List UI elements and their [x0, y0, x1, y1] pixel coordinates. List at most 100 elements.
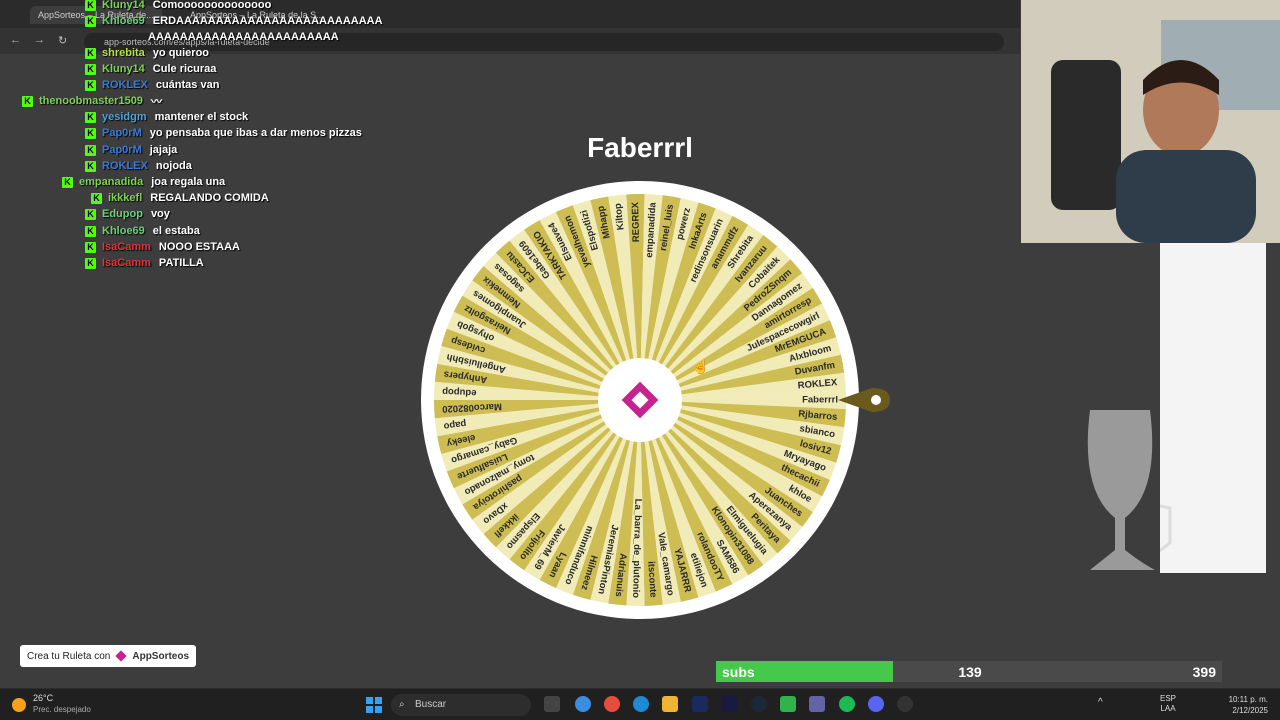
chat-message: cuántas van: [155, 79, 220, 91]
copilot-icon[interactable]: [575, 696, 591, 712]
chat-username[interactable]: ROKLEX: [102, 79, 148, 91]
spotify-icon[interactable]: [839, 696, 855, 712]
chat-username[interactable]: shrebita: [102, 47, 145, 59]
obs-icon[interactable]: [897, 696, 913, 712]
chat-username[interactable]: IsaCamm: [102, 241, 151, 253]
chat-message: NOOO ESTAAA: [158, 241, 240, 253]
chat-message: joa regala una: [151, 176, 226, 188]
chat-line: Kshrebita yo quieroo: [85, 45, 209, 61]
chat-line: Kyesidgm mantener el stock: [85, 109, 248, 125]
taskbar-clock[interactable]: 10:11 p. m. 2/12/2025: [1229, 694, 1268, 716]
glass-overlay-panel: [1086, 243, 1266, 575]
chat-username[interactable]: yesidgm: [102, 111, 147, 123]
cta-brand: AppSorteos: [132, 650, 190, 662]
steam-icon[interactable]: [751, 696, 767, 712]
chat-message: Comoooooooooooooo: [152, 0, 272, 11]
kick-badge-icon: K: [85, 47, 96, 59]
wheel-entry-name: Faberrrl: [802, 395, 838, 406]
chat-username[interactable]: Kluny14: [102, 0, 145, 11]
chat-username[interactable]: ikkkefl: [108, 192, 142, 204]
chat-line: K IsaCamm NOOO ESTAAA: [85, 239, 240, 255]
chat-line: AAAAAAAAAAAAAAAAAAAAAAAA: [148, 29, 339, 45]
chat-message: jajaja: [149, 144, 178, 156]
chat-message: PATILLA: [158, 257, 204, 269]
pointer-dot-icon: [871, 395, 881, 405]
subs-label: subs: [722, 664, 755, 680]
chat-line: K Khloe69 el estaba: [85, 223, 200, 239]
chat-line: Kthenoobmaster1509 〰: [22, 93, 162, 109]
kick-badge-icon: K: [85, 127, 96, 139]
kick-badge-icon: K: [62, 176, 73, 188]
chat-message: Cule ricuraa: [152, 63, 217, 75]
edge-icon[interactable]: [633, 696, 649, 712]
kick-badge-icon: K: [85, 208, 96, 220]
chat-line: K Kluny14 Comoooooooooooooo: [85, 0, 271, 13]
kick-badge-icon: K: [85, 0, 96, 11]
chat-message: ERDAAAAAAAAAAAAAAAAAAAAAAAAAA: [152, 15, 383, 27]
chat-username[interactable]: ROKLEX: [102, 160, 148, 172]
kick-badge-icon: K: [91, 192, 102, 204]
app-green-icon[interactable]: [780, 696, 796, 712]
chat-username[interactable]: Kluny14: [102, 63, 145, 75]
chat-username[interactable]: Pap0rM: [102, 144, 142, 156]
chat-username[interactable]: Khloe69: [102, 225, 145, 237]
kick-badge-icon: K: [85, 79, 96, 91]
create-wheel-button[interactable]: Crea tu Ruleta con AppSorteos: [20, 645, 196, 667]
subs-current: 139: [958, 664, 982, 680]
file-explorer-icon[interactable]: [662, 696, 678, 712]
appsorteos-logo-icon: [115, 650, 128, 662]
chat-username[interactable]: Khloe69: [102, 15, 145, 27]
wheel-entry-name: REGREX: [630, 201, 642, 242]
kick-badge-icon: K: [85, 257, 96, 269]
chat-message: voy: [150, 208, 170, 220]
chevron-up-icon[interactable]: ^: [1098, 697, 1103, 708]
chat-message: mantener el stock: [154, 111, 249, 123]
kick-badge-icon: K: [85, 241, 96, 253]
chat-username[interactable]: Edupop: [102, 208, 143, 220]
wheel-entry-name: edupop: [442, 386, 477, 399]
clock-time: 10:11 p. m.: [1228, 695, 1268, 704]
chat-username[interactable]: Pap0rM: [102, 127, 142, 139]
chat-line: Kikkkefl REGALANDO COMIDA: [91, 190, 269, 206]
chat-message: yo pensaba que ibas a dar menos pizzas: [149, 127, 362, 139]
chat-username[interactable]: thenoobmaster1509: [39, 95, 143, 107]
windows-taskbar: 26°C Prec. despejado ⌕ Buscar ^ ESP LAA …: [0, 688, 1280, 720]
windows-start-icon[interactable]: [366, 697, 382, 713]
spin-wheel[interactable]: Faberrrl Rjbarros sbianco losiv12 Mryayago th…: [420, 180, 860, 620]
weather-desc: Prec. despejado: [33, 705, 91, 714]
taskview-icon[interactable]: [544, 696, 560, 712]
chrome-icon[interactable]: [604, 696, 620, 712]
chat-username[interactable]: empanadida: [79, 176, 143, 188]
kick-badge-icon: K: [85, 225, 96, 237]
language-code: ESP: [1160, 694, 1177, 703]
webcam-feed: [1021, 0, 1280, 243]
kick-badge-icon: K: [85, 144, 96, 156]
subs-goal: 399: [1192, 664, 1216, 680]
audition-icon[interactable]: [721, 696, 737, 712]
language-indicator[interactable]: ESP LAA: [1160, 694, 1176, 714]
taskbar-search-label: Buscar: [415, 699, 447, 710]
chat-line: K Pap0rM jajaja: [85, 142, 177, 158]
chat-username[interactable]: IsaCamm: [102, 257, 151, 269]
chat-message: yo quieroo: [152, 47, 210, 59]
search-icon: ⌕: [399, 699, 405, 710]
kick-badge-icon: K: [85, 160, 96, 172]
chat-line: K IsaCamm PATILLA: [85, 255, 204, 271]
subs-goal-bar: subs 139 399: [716, 661, 1222, 682]
chat-message: AAAAAAAAAAAAAAAAAAAAAAAA: [148, 31, 339, 43]
kick-badge-icon: K: [85, 63, 96, 75]
chat-message: 〰: [150, 96, 162, 108]
photoshop-icon[interactable]: [692, 696, 708, 712]
forward-icon[interactable]: →: [34, 34, 45, 46]
chat-line: K Khloe69 ERDAAAAAAAAAAAAAAAAAAAAAAAAAA: [85, 13, 383, 29]
kick-badge-icon: K: [85, 15, 96, 27]
wheel-pointer: [838, 388, 890, 412]
back-icon[interactable]: ←: [10, 34, 21, 46]
chat-message: REGALANDO COMIDA: [150, 192, 269, 204]
cta-label: Crea tu Ruleta con: [26, 650, 111, 662]
discord-icon[interactable]: [868, 696, 884, 712]
taskbar-search[interactable]: ⌕ Buscar: [391, 694, 531, 716]
chat-message: el estaba: [152, 225, 200, 237]
reload-icon[interactable]: ↻: [58, 34, 67, 47]
teams-icon[interactable]: [809, 696, 825, 712]
